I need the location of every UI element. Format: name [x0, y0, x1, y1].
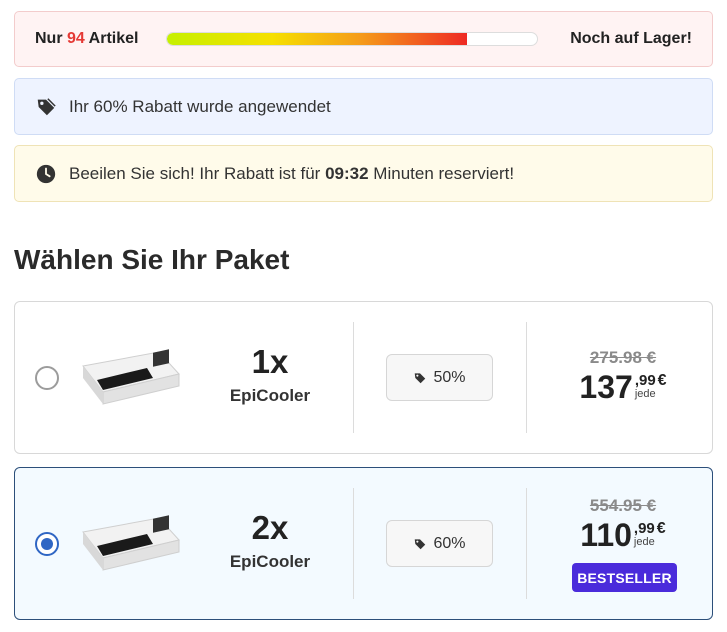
price-fraction: ,99 — [634, 372, 656, 389]
package-quantity: 2x — [251, 509, 289, 546]
timer-countdown: 09:32 — [325, 163, 369, 183]
stock-text: Nur 94 Artikel — [35, 30, 139, 47]
old-price: 554.95 € — [589, 496, 657, 515]
tag-icon — [415, 372, 426, 383]
divider — [353, 322, 354, 433]
price-currency: € — [656, 520, 666, 537]
package-radio-1[interactable] — [35, 366, 59, 390]
package-option-2[interactable]: 2x EpiCooler 60% 554.95 € 110 ,99 € jede … — [14, 467, 713, 620]
page-title: Wählen Sie Ihr Paket — [14, 244, 290, 275]
discount-text: Ihr 60% Rabatt wurde angewendet — [69, 96, 331, 116]
stock-status: Noch auf Lager! — [570, 30, 692, 47]
timer-banner: Beeilen Sie sich! Ihr Rabatt ist für 09:… — [14, 145, 713, 202]
package-product-name: EpiCooler — [229, 386, 311, 405]
stock-count: 94 — [67, 30, 85, 47]
divider — [353, 488, 354, 599]
divider — [526, 488, 527, 599]
product-image — [82, 349, 180, 405]
discount-banner: Ihr 60% Rabatt wurde angewendet — [14, 78, 713, 135]
stock-progress-bar — [166, 32, 538, 46]
bestseller-badge: BESTSELLER — [572, 563, 677, 592]
stock-progress-fill — [167, 33, 467, 45]
discount-badge: 60% — [386, 520, 493, 567]
package-quantity: 1x — [251, 343, 289, 380]
price-unit: jede — [634, 388, 656, 400]
timer-text: Beeilen Sie sich! Ihr Rabatt ist für 09:… — [69, 163, 515, 183]
package-product-name: EpiCooler — [229, 552, 311, 571]
price-main: 110 — [580, 517, 632, 553]
price-unit: jede — [633, 536, 655, 548]
product-image — [82, 515, 180, 571]
price-currency: € — [657, 372, 667, 389]
divider — [526, 322, 527, 433]
clock-icon — [35, 163, 57, 185]
package-radio-2[interactable] — [35, 532, 59, 556]
old-price: 275.98 € — [589, 348, 657, 367]
price-main: 137 — [579, 369, 633, 405]
package-option-1[interactable]: 1x EpiCooler 50% 275.98 € 137 ,99 € jede — [14, 301, 713, 454]
tag-icon — [415, 538, 426, 549]
price-fraction: ,99 — [633, 520, 655, 537]
stock-banner: Nur 94 Artikel Noch auf Lager! — [14, 11, 713, 67]
discount-badge: 50% — [386, 354, 493, 401]
package-price: 275.98 € 137 ,99 € jede — [543, 348, 703, 404]
package-price: 554.95 € 110 ,99 € jede — [543, 496, 703, 552]
tag-icon — [35, 96, 57, 118]
